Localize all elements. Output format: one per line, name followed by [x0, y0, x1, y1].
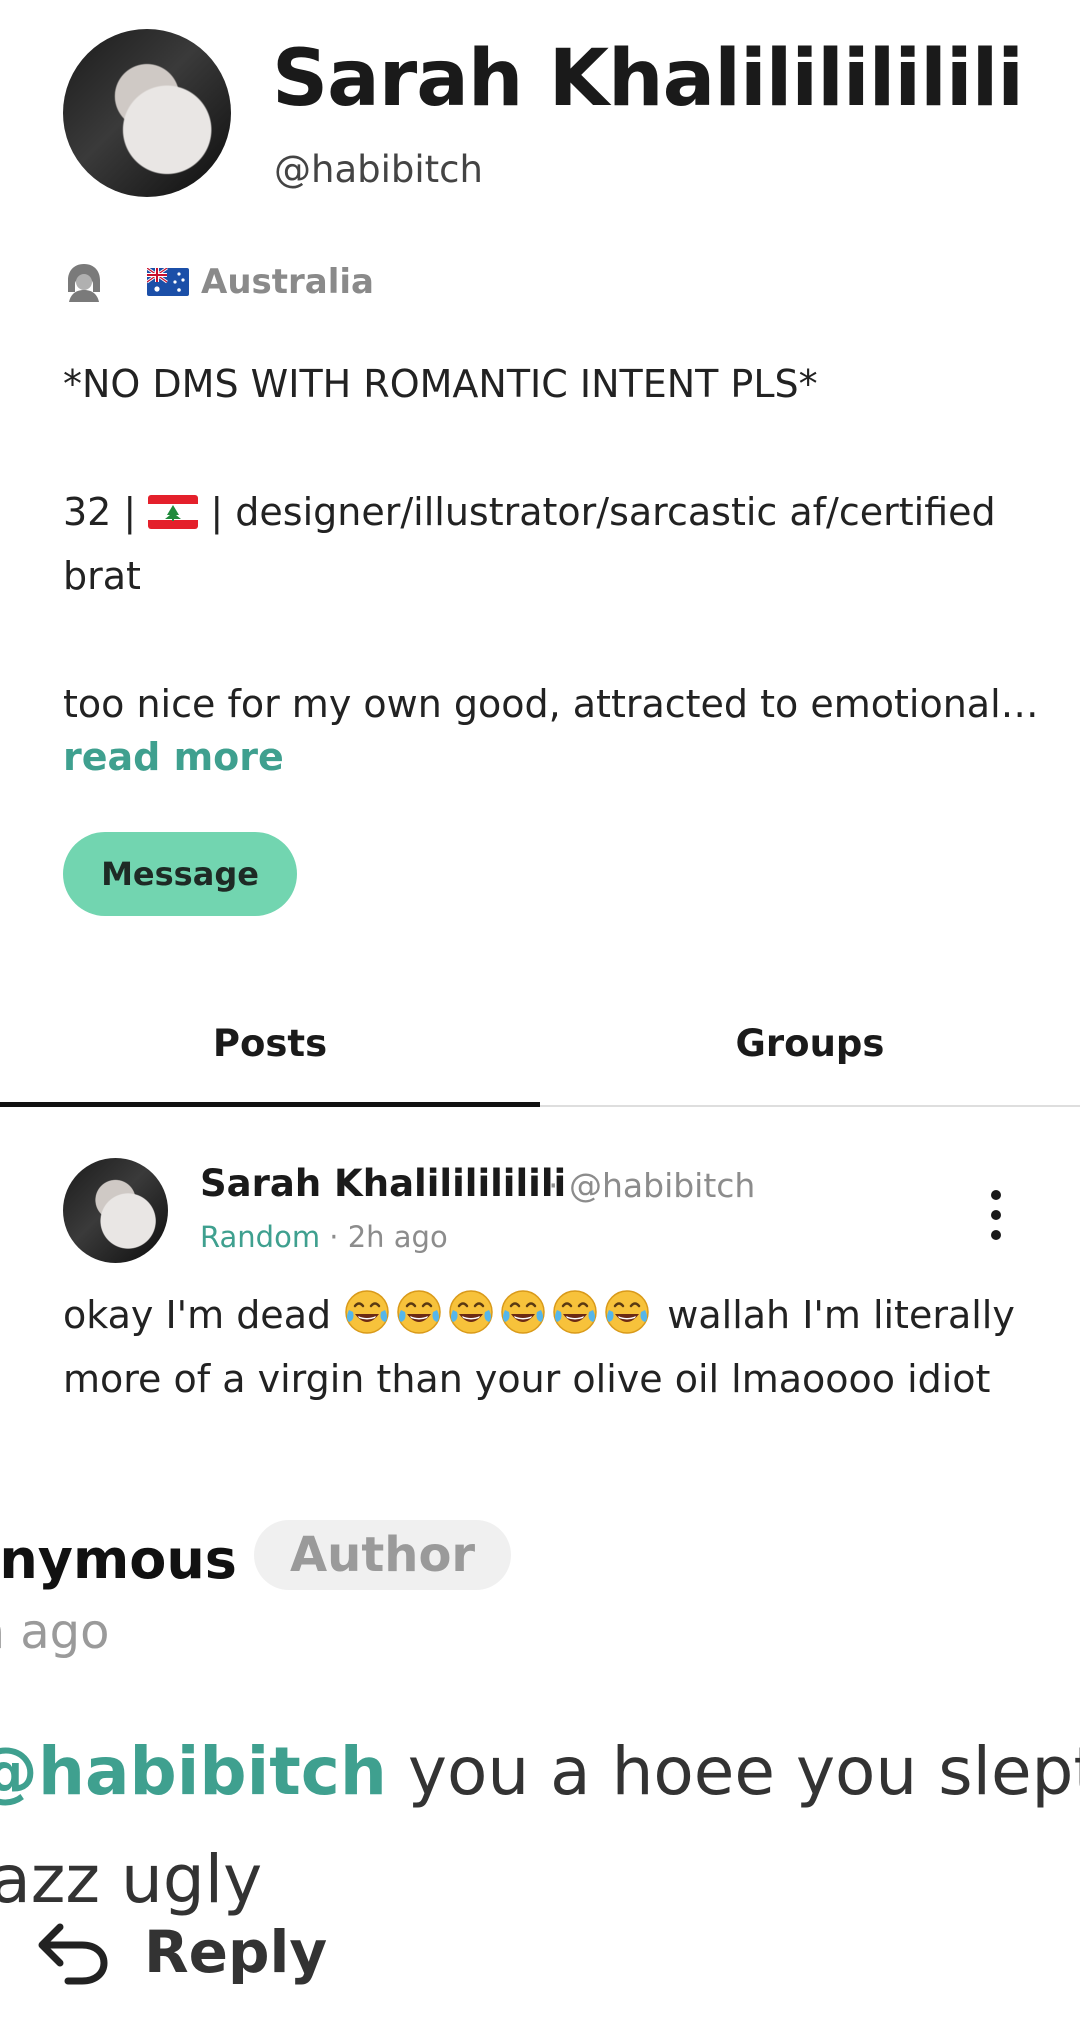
bio-line: *NO DMS WITH ROMANTIC INTENT PLS*: [63, 362, 818, 406]
post-author-name[interactable]: Sarah Khalililililili: [200, 1162, 566, 1205]
comment-mention[interactable]: @habibitch: [0, 1733, 387, 1810]
bio-age: 32 |: [63, 490, 149, 534]
comment-time: 2h ago: [0, 1604, 110, 1660]
comment-text-line1: you a hoee you slept with: [407, 1733, 1080, 1810]
comment-overlay: Anonymous Author 2h ago @habibitch you a…: [0, 1500, 1080, 2039]
profile-country: Australia: [201, 262, 374, 302]
tears-of-joy-emoji: [501, 1290, 545, 1334]
active-tab-indicator: [0, 1102, 540, 1107]
bio-line: too nice for my own good, attracted to e…: [63, 682, 1039, 726]
female-user-icon: [68, 264, 100, 302]
profile-meta: Australia: [63, 262, 374, 302]
tears-of-joy-emoji: [397, 1290, 441, 1334]
tears-of-joy-emoji: [553, 1290, 597, 1334]
reply-button[interactable]: Reply: [34, 1918, 327, 1986]
bio-line: 32 | | designer/illustrator/sarcastic af…: [63, 480, 1023, 608]
author-badge: Author: [254, 1520, 512, 1590]
tab-posts[interactable]: Posts: [0, 985, 540, 1105]
lebanon-flag-icon: [148, 495, 199, 529]
post-meta: Random · 2h ago: [200, 1220, 448, 1254]
post-author-avatar[interactable]: [63, 1158, 168, 1263]
message-button[interactable]: Message: [63, 832, 297, 916]
post-category[interactable]: Random: [200, 1220, 320, 1254]
profile-bio: *NO DMS WITH ROMANTIC INTENT PLS* 32 | |…: [63, 352, 1039, 736]
tab-groups[interactable]: Groups: [540, 985, 1080, 1105]
comment-text: @habibitch you a hoee you slept with jazz…: [0, 1718, 1080, 1934]
profile-tabs: Posts Groups: [0, 985, 1080, 1107]
bio-descriptors: | designer/illustrator/sarcastic af/cert…: [63, 490, 996, 598]
post-time: · 2h ago: [320, 1220, 448, 1254]
tears-of-joy-emoji: [345, 1290, 389, 1334]
post-author-handle: · @habibitch: [548, 1166, 756, 1205]
tears-of-joy-emoji: [449, 1290, 493, 1334]
comment-text-line2: jazz ugly: [0, 1841, 263, 1918]
comment-author: Anonymous: [0, 1528, 237, 1591]
emoji-row: [343, 1290, 655, 1337]
profile-avatar[interactable]: [63, 29, 231, 197]
reply-arrow-icon: [38, 1923, 108, 1985]
profile-handle: @habibitch: [274, 148, 483, 191]
post-text-start: okay I'm dead: [63, 1293, 344, 1337]
more-vertical-icon[interactable]: [982, 1190, 1010, 1240]
post-text: okay I'm dead wallah I'm literally more …: [63, 1283, 1043, 1411]
australia-flag-icon: [147, 268, 189, 296]
profile-name: Sarah Khalililililili: [272, 34, 1024, 124]
read-more-link[interactable]: read more: [63, 735, 284, 779]
tears-of-joy-emoji: [605, 1290, 649, 1334]
reply-label: Reply: [144, 1918, 328, 1986]
